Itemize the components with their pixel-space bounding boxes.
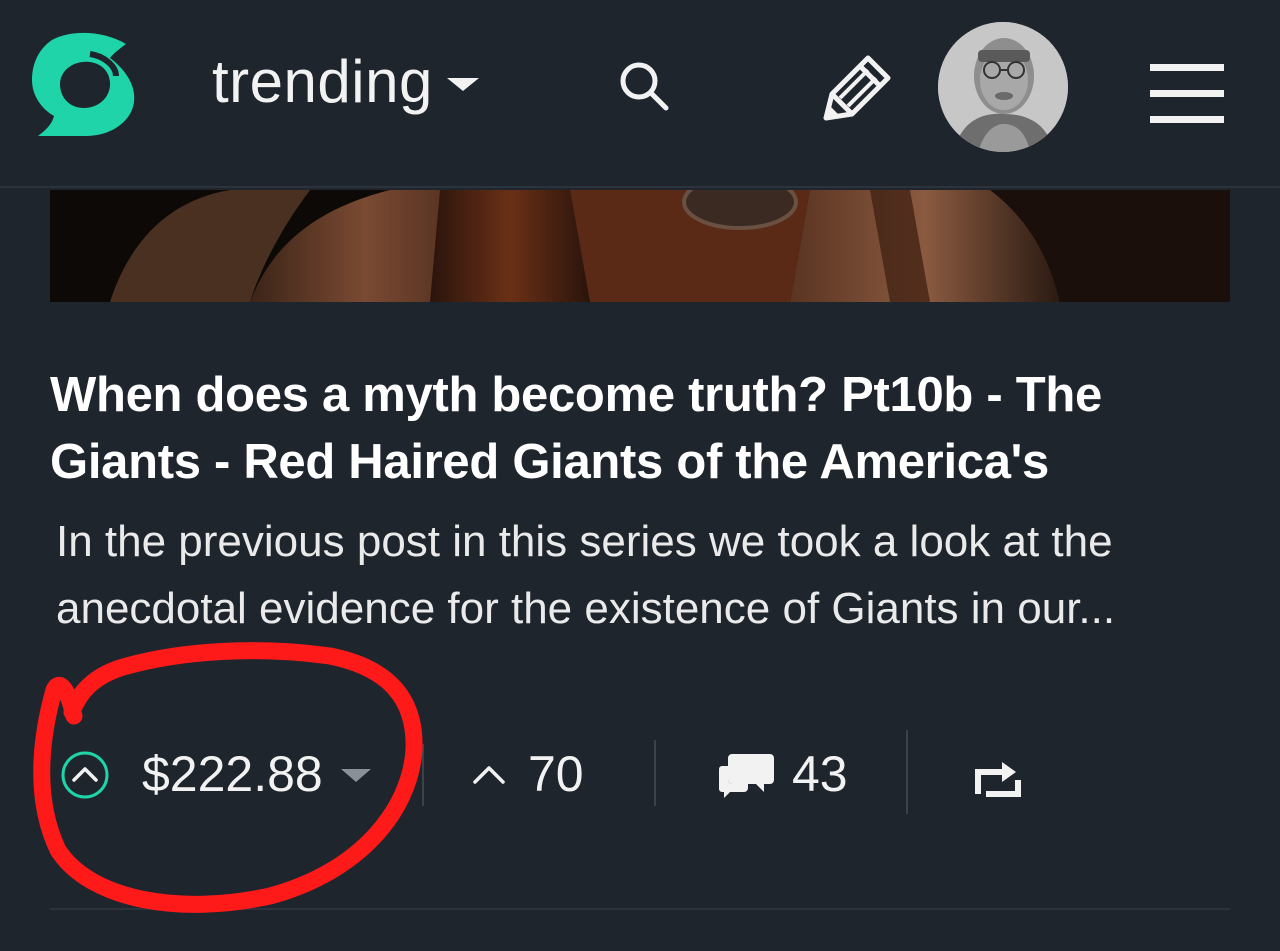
payout-value: $222.88 bbox=[142, 746, 323, 802]
hamburger-menu-button[interactable] bbox=[1150, 64, 1224, 126]
payout-dropdown[interactable]: $222.88 bbox=[142, 738, 371, 810]
chevron-down-icon bbox=[340, 768, 371, 782]
caret-up-icon bbox=[473, 766, 505, 784]
user-avatar[interactable] bbox=[938, 22, 1068, 152]
menu-line bbox=[1150, 90, 1224, 97]
pencil-icon bbox=[823, 55, 891, 121]
post-footer: $222.88 70 43 bbox=[50, 730, 1230, 814]
upvote-button[interactable] bbox=[60, 750, 110, 800]
top-nav-bar: trending bbox=[0, 0, 1280, 188]
post-title[interactable]: When does a myth become truth? Pt10b - T… bbox=[50, 362, 1250, 496]
post-summary[interactable]: In the previous post in this series we t… bbox=[56, 508, 1226, 696]
footer-divider bbox=[906, 730, 908, 814]
votes-count: 70 bbox=[528, 746, 584, 802]
chevron-down-icon bbox=[446, 77, 479, 91]
sort-dropdown-label: trending bbox=[212, 48, 433, 115]
upvote-icon bbox=[61, 751, 109, 799]
steemit-logo-icon[interactable] bbox=[30, 32, 142, 136]
footer-divider bbox=[422, 744, 424, 806]
post-separator bbox=[50, 908, 1230, 910]
comments-icon bbox=[719, 754, 774, 798]
menu-line bbox=[1150, 64, 1224, 71]
search-button[interactable] bbox=[614, 56, 674, 116]
page: trending When does a myth become truth? … bbox=[0, 0, 1280, 951]
voters-count[interactable]: 70 bbox=[472, 738, 584, 810]
sort-dropdown[interactable]: trending bbox=[212, 44, 479, 120]
menu-line bbox=[1150, 116, 1224, 123]
post-thumbnail[interactable] bbox=[50, 190, 1230, 302]
comments-count: 43 bbox=[792, 746, 848, 802]
footer-divider bbox=[654, 740, 656, 806]
reblog-button[interactable] bbox=[972, 754, 1024, 798]
comments-link[interactable]: 43 bbox=[718, 738, 848, 810]
write-post-button[interactable] bbox=[818, 50, 896, 124]
reblog-icon bbox=[975, 762, 1021, 797]
search-icon bbox=[620, 62, 669, 111]
